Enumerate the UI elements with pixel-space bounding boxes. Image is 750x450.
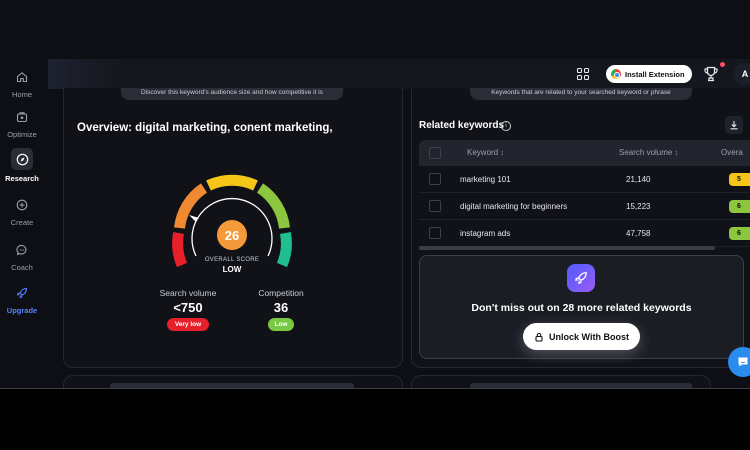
sort-icon: ↕	[500, 150, 504, 157]
app-window: Home Optimize Research Create Coach Upgr…	[0, 0, 750, 450]
overall-badge: 6	[729, 200, 750, 213]
install-extension-label: Install Extension	[625, 69, 685, 79]
optimize-icon	[13, 108, 31, 126]
sidebar-item-upgrade[interactable]: Upgrade	[0, 284, 44, 315]
chat-bubble-icon	[13, 241, 31, 259]
gauge-segment-orange	[174, 183, 208, 229]
download-button[interactable]	[725, 116, 743, 134]
trophy-icon[interactable]	[702, 65, 720, 83]
search-volume-badge: Very low	[167, 318, 209, 331]
rocket-icon	[13, 284, 31, 302]
competition-value: 36	[273, 300, 289, 315]
avatar[interactable]: A	[734, 63, 750, 85]
sidebar-item-coach[interactable]: Coach	[0, 241, 44, 272]
install-extension-button[interactable]: Install Extension	[606, 65, 692, 83]
sidebar-item-label: Optimize	[7, 130, 37, 139]
horizontal-scrollbar[interactable]	[419, 246, 715, 250]
sidebar-item-optimize[interactable]: Optimize	[0, 108, 44, 139]
column-header-search-volume[interactable]: Search volume ↕	[619, 148, 678, 157]
top-bar: Install Extension A	[48, 59, 750, 89]
overall-badge: 5	[729, 173, 750, 186]
volume-cell: 47,758	[626, 229, 651, 238]
sidebar-item-label: Coach	[11, 263, 33, 272]
volume-cell: 15,223	[626, 202, 651, 211]
row-checkbox[interactable]	[429, 200, 441, 212]
notification-dot	[720, 62, 725, 67]
sort-icon: ↕	[674, 150, 679, 157]
search-area	[48, 59, 118, 89]
chat-icon	[738, 357, 748, 367]
plus-circle-icon	[13, 196, 31, 214]
select-all-checkbox[interactable]	[429, 147, 441, 159]
row-checkbox[interactable]	[429, 227, 441, 239]
chrome-logo-icon	[611, 69, 621, 79]
column-header-overall[interactable]: Overa	[721, 148, 743, 157]
gauge-segment-yellow	[206, 174, 258, 191]
overview-title: Overview: digital marketing, conent mark…	[77, 122, 333, 134]
download-icon	[730, 121, 738, 130]
home-icon	[13, 68, 31, 86]
gauge-segment-red	[172, 231, 188, 268]
related-keywords-table: Keyword ↕ Search volume ↕ Overa marketin…	[419, 140, 750, 248]
overall-badge: 6	[729, 227, 750, 240]
sidebar-item-home[interactable]: Home	[0, 68, 44, 99]
column-header-keyword[interactable]: Keyword ↕	[467, 148, 504, 157]
search-volume-value: <750	[173, 300, 203, 315]
keyword-cell: digital marketing for beginners	[460, 202, 568, 211]
sidebar-item-label: Upgrade	[6, 306, 38, 315]
boost-message: Don't miss out on 28 more related keywor…	[471, 302, 692, 314]
sidebar-item-create[interactable]: Create	[0, 196, 44, 227]
unlock-label: Unlock With Boost	[549, 331, 629, 342]
rocket-icon	[567, 264, 595, 292]
related-keywords-title: Related keywords	[419, 120, 505, 131]
sidebar-item-label: Research	[5, 174, 39, 183]
competition-badge: Low	[268, 318, 294, 331]
overall-score-value: 26	[217, 220, 247, 250]
related-tab-hint: Keywords that are related to your search…	[470, 88, 692, 100]
volume-cell: 21,140	[626, 175, 651, 184]
sidebar: Home Optimize Research Create Coach Upgr…	[0, 58, 44, 388]
search-volume-label: Search volume	[159, 288, 217, 298]
lock-icon	[535, 332, 543, 342]
info-icon[interactable]: i	[501, 121, 511, 131]
chat-support-button[interactable]	[728, 347, 750, 377]
apps-grid-icon[interactable]	[576, 67, 590, 81]
unlock-with-boost-button[interactable]: Unlock With Boost	[523, 323, 640, 350]
gauge-pointer	[189, 215, 199, 221]
competition-label: Competition	[258, 288, 304, 298]
sidebar-item-label: Create	[10, 218, 34, 227]
row-checkbox[interactable]	[429, 173, 441, 185]
table-row[interactable]: marketing 101 21,140 5	[419, 166, 750, 193]
table-row[interactable]: instagram ads 47,758 6	[419, 220, 750, 247]
overall-score-level: LOW	[222, 265, 242, 274]
sidebar-item-label: Home	[11, 90, 32, 99]
gauge-segment-green	[276, 231, 292, 268]
overall-score-caption: OVERALL SCORE	[204, 257, 260, 263]
sidebar-item-research[interactable]: Research	[0, 148, 44, 183]
compass-icon	[11, 148, 33, 170]
overview-tab-hint: Discover this keyword's audience size an…	[121, 88, 343, 100]
table-header: Keyword ↕ Search volume ↕ Overa	[419, 140, 750, 166]
letterbox-bottom	[0, 389, 750, 450]
table-row[interactable]: digital marketing for beginners 15,223 6	[419, 193, 750, 220]
keyword-cell: marketing 101	[460, 175, 511, 184]
keyword-cell: instagram ads	[460, 229, 511, 238]
gauge-segment-lightgreen	[256, 183, 290, 229]
